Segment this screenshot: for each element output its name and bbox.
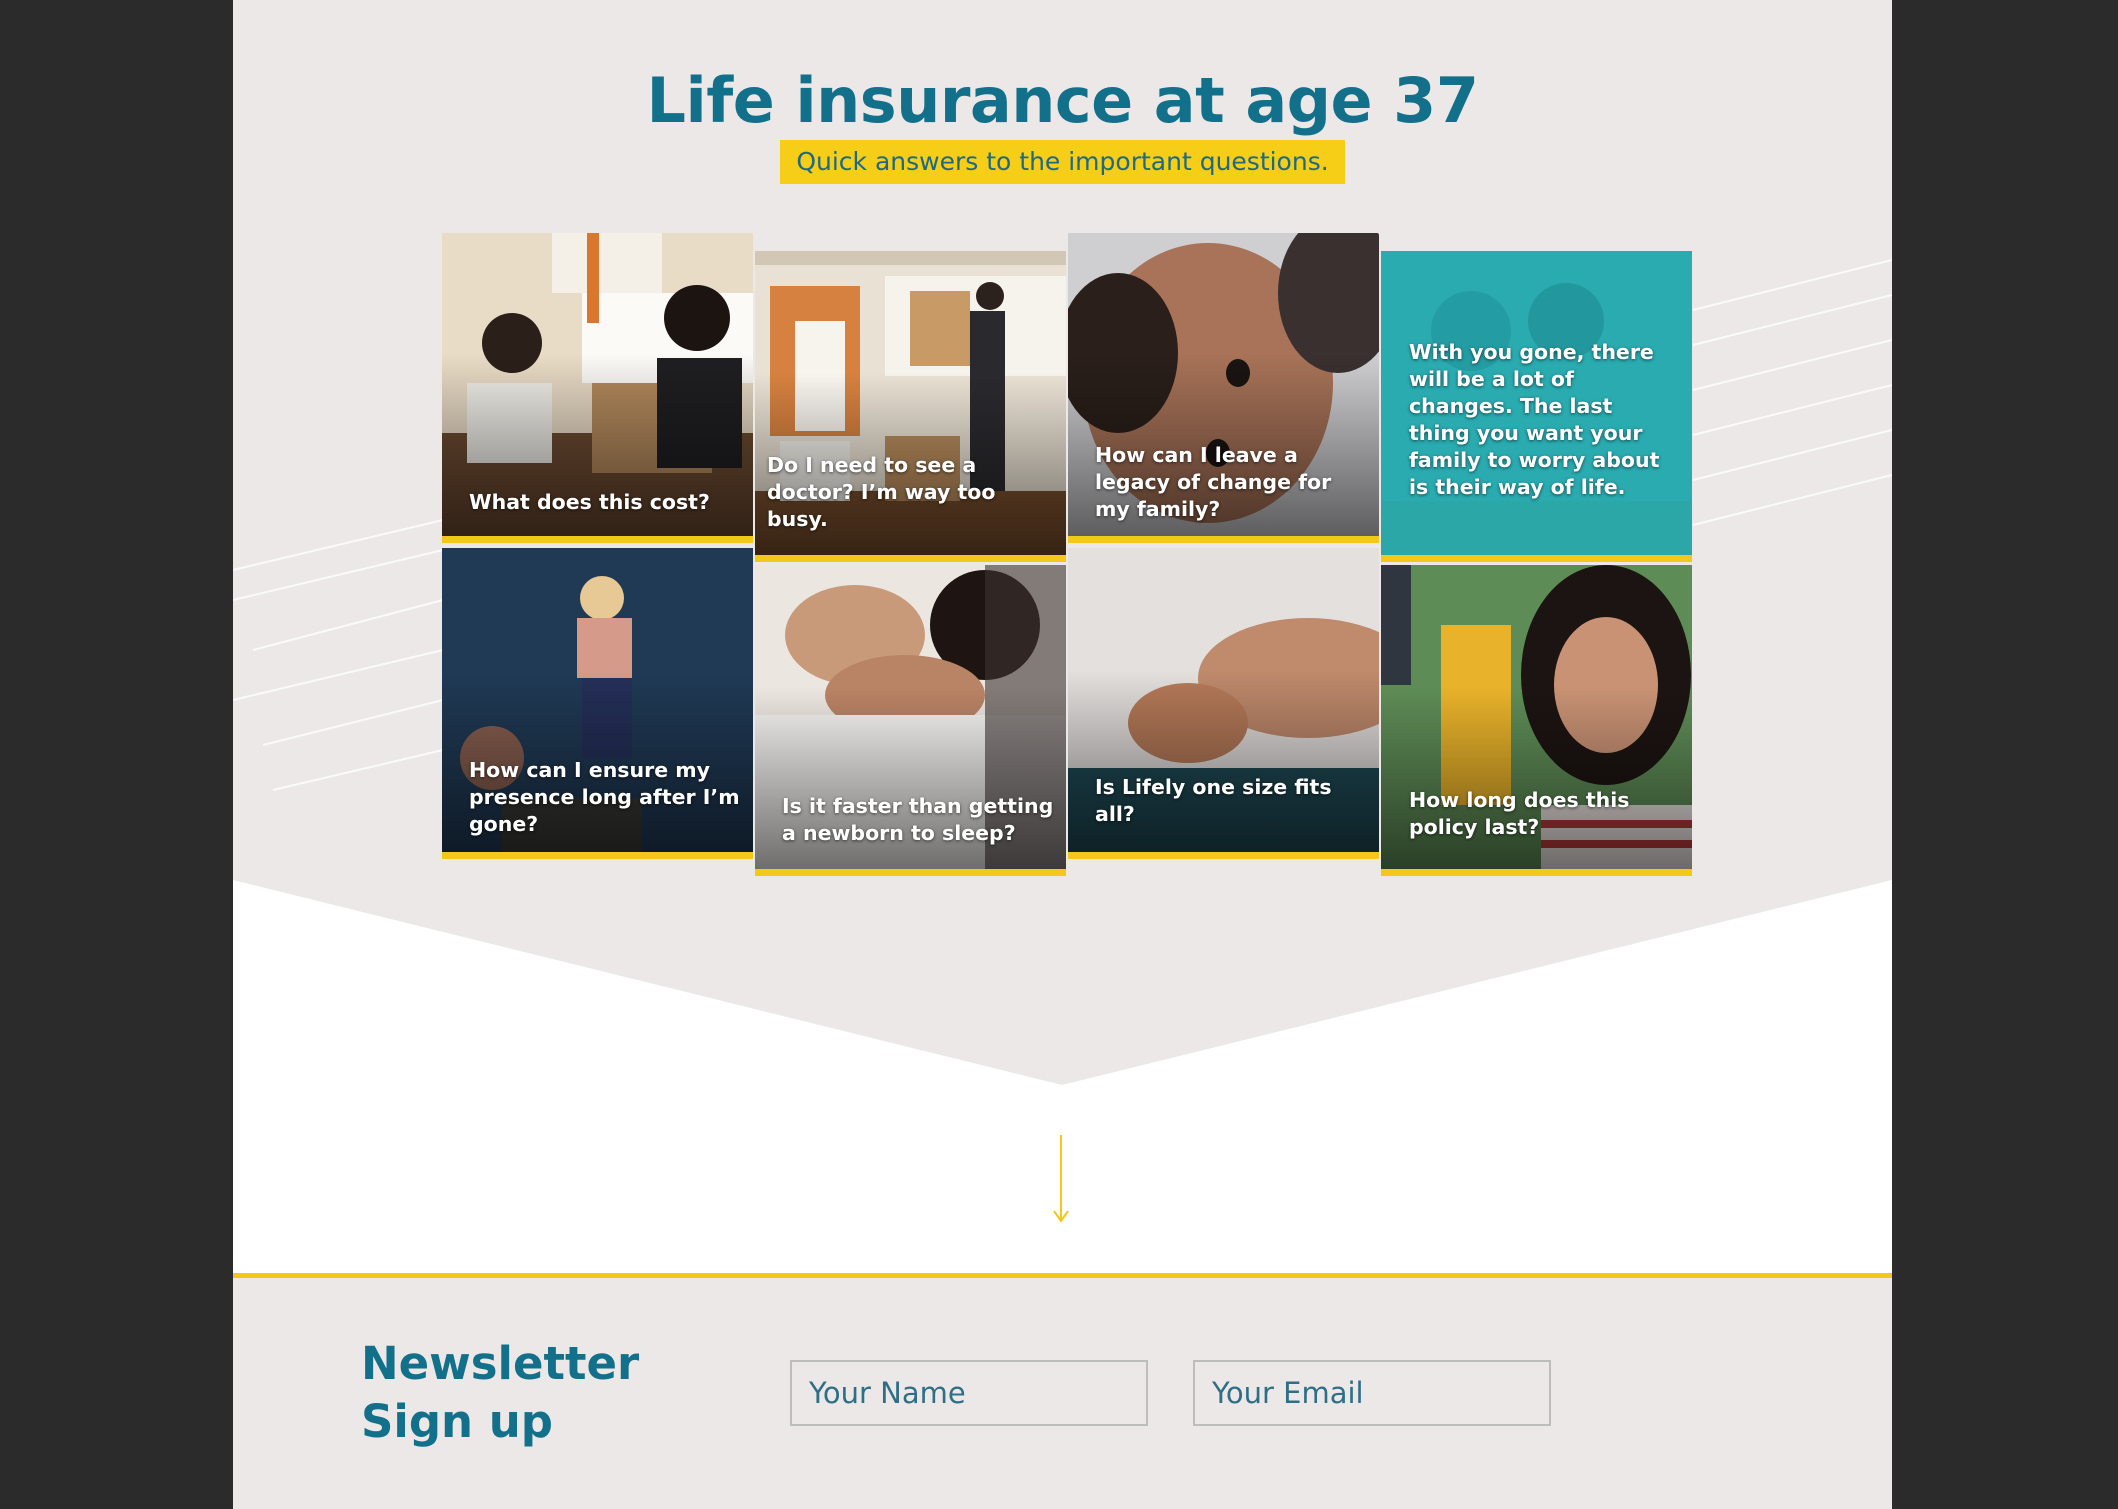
tile-caption: How can I ensure my presence long after … (469, 758, 740, 836)
tile-caption: How can I leave a legacy of change for m… (1095, 443, 1332, 521)
tile-caption: Is Lifely one size fits all? (1095, 775, 1332, 826)
newsletter-title: Newsletter Sign up (361, 1337, 640, 1448)
email-field[interactable] (1193, 1360, 1551, 1426)
question-tile-faster[interactable]: Is it faster than getting a newborn to s… (755, 565, 1066, 876)
tile-caption: What does this cost? (469, 490, 710, 514)
page: Life insurance at age 37 Quick answers t… (233, 0, 1892, 1509)
tile-caption: Do I need to see a doctor? I’m way too b… (767, 453, 996, 531)
arrow-down-icon[interactable] (1051, 1135, 1071, 1225)
question-tile-legacy[interactable]: How can I leave a legacy of change for m… (1068, 233, 1379, 543)
page-title: Life insurance at age 37 (646, 63, 1479, 137)
question-tile-way-of-life[interactable]: With you gone, there will be a lot of ch… (1381, 251, 1692, 562)
question-tile-policy-length[interactable]: How long does this policy last? (1381, 565, 1692, 876)
tile-caption: With you gone, there will be a lot of ch… (1409, 340, 1660, 499)
question-tile-cost[interactable]: What does this cost? (442, 233, 753, 543)
newsletter-section: Newsletter Sign up (233, 1278, 1892, 1509)
question-tile-size-fits[interactable]: Is Lifely one size fits all? (1068, 548, 1379, 859)
name-field[interactable] (790, 1360, 1148, 1426)
question-tile-doctor[interactable]: Do I need to see a doctor? I’m way too b… (755, 251, 1066, 562)
tile-caption: How long does this policy last? (1409, 788, 1630, 839)
tile-caption: Is it faster than getting a newborn to s… (782, 794, 1054, 845)
page-subtitle: Quick answers to the important questions… (780, 140, 1345, 184)
question-tile-presence[interactable]: How can I ensure my presence long after … (442, 548, 753, 859)
